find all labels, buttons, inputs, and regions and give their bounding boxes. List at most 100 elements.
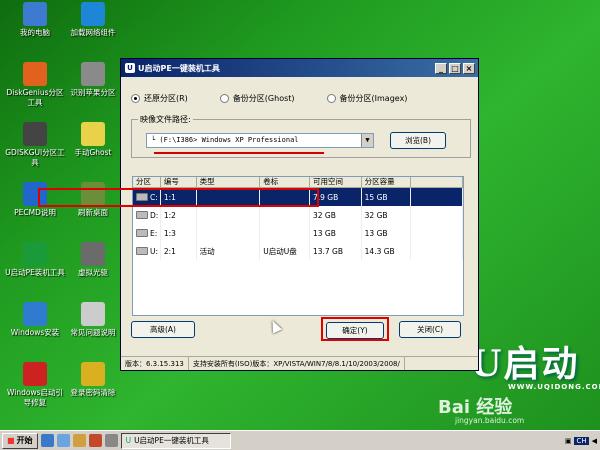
app-icon: U <box>125 63 135 73</box>
desktop-icon-label: 登录密码清除 <box>70 388 116 397</box>
mode-radio-group: 还原分区(R) 备份分区(Ghost) 备份分区(Imagex) <box>131 93 407 104</box>
col-free[interactable]: 可用空间 <box>310 177 362 187</box>
volume-tray-icon[interactable]: ◀ <box>592 437 597 445</box>
radio-dot <box>131 94 140 103</box>
u-qidong-icon <box>23 242 47 266</box>
col-number[interactable]: 编号 <box>161 177 197 187</box>
virtual-drive-icon <box>81 242 105 266</box>
quicklaunch-desktop-icon[interactable] <box>56 434 70 447</box>
drive-icon <box>136 247 148 255</box>
taskbar-window-button[interactable]: U U启动PE一键装机工具 <box>120 432 231 449</box>
col-type[interactable]: 类型 <box>197 177 261 187</box>
quicklaunch-folder-icon[interactable] <box>72 434 86 447</box>
desktop-icon-label: Windows安装 <box>10 328 60 337</box>
ok-button-highlight <box>321 317 389 341</box>
desktop-icon[interactable]: 识别苹果分区 <box>62 62 124 98</box>
desktop-icon[interactable]: DiskGenius分区工具 <box>4 62 66 108</box>
cell-size: 13 GB <box>362 224 412 242</box>
close-window-button[interactable]: × <box>463 62 475 74</box>
radio-restore[interactable]: 还原分区(R) <box>131 93 188 104</box>
cell-num: 1:3 <box>161 224 197 242</box>
cell-filler <box>411 224 464 242</box>
table-row[interactable]: U: 2:1 活动 U启动U盘 13.7 GB 14.3 GB <box>133 242 464 260</box>
desktop-icon-label: GDISKGUI分区工具 <box>5 148 65 167</box>
status-support: 支持安装所有(ISO)版本：XP/VISTA/WIN7/8/8.1/10/200… <box>189 357 405 370</box>
desktop-icon[interactable]: 手动Ghost <box>62 122 124 158</box>
desktop-icon-label: 常见问题说明 <box>70 328 116 337</box>
diskgenius-icon <box>23 62 47 86</box>
radio-backup-ghost[interactable]: 备份分区(Ghost) <box>219 93 295 104</box>
cell-drive: E: <box>133 224 161 242</box>
my-computer-icon <box>23 2 47 26</box>
cell-size: 15 GB <box>362 188 412 206</box>
desktop-icon[interactable]: Windows启动引导修复 <box>4 362 66 408</box>
dropdown-arrow-icon[interactable]: ▼ <box>361 134 373 147</box>
cell-filler <box>411 188 464 206</box>
desktop-icon[interactable]: Windows安装 <box>4 302 66 338</box>
image-path-value: └ (F:\I386> Windows XP Professional <box>151 136 299 144</box>
status-version: 版本：6.3.15.313 <box>121 357 189 370</box>
col-label[interactable]: 卷标 <box>260 177 310 187</box>
image-path-group: 映像文件路径: └ (F:\I386> Windows XP Professio… <box>131 114 471 158</box>
cell-free: 13.7 GB <box>310 242 362 260</box>
desktop-icon[interactable]: 加载网络组件 <box>62 2 124 38</box>
desktop-icon[interactable]: 我的电脑 <box>4 2 66 38</box>
status-bar: 版本：6.3.15.313 支持安装所有(ISO)版本：XP/VISTA/WIN… <box>121 356 478 370</box>
cell-drive: D: <box>133 206 161 224</box>
quicklaunch-app-icon[interactable] <box>88 434 102 447</box>
advanced-button[interactable]: 高级(A) <box>131 321 195 338</box>
cell-filler <box>411 206 464 224</box>
image-path-combo[interactable]: └ (F:\I386> Windows XP Professional ▼ <box>146 133 374 148</box>
windows-install-icon <box>23 302 47 326</box>
faq-doc-icon <box>81 302 105 326</box>
cell-free: 32 GB <box>310 206 362 224</box>
table-row[interactable]: D: 1:2 32 GB 32 GB <box>133 206 464 224</box>
desktop-icon-label: 识别苹果分区 <box>70 88 116 97</box>
drive-icon <box>136 211 148 219</box>
desktop-icon[interactable]: U启动PE装机工具 <box>4 242 66 278</box>
network-tray-icon[interactable]: ▣ <box>565 437 572 445</box>
desktop-icon-label: 手动Ghost <box>74 148 112 157</box>
desktop-icon[interactable]: 常见问题说明 <box>62 302 124 338</box>
minimize-button[interactable]: _ <box>435 62 447 74</box>
apple-partition-icon <box>81 62 105 86</box>
red-underline-annotation <box>154 152 324 154</box>
radio-dot <box>326 94 336 103</box>
desktop-icon[interactable]: 虚拟光驱 <box>62 242 124 278</box>
desktop-icon-label: 加载网络组件 <box>70 28 116 37</box>
col-size[interactable]: 分区容量 <box>362 177 412 187</box>
desktop-icon-label: U启动PE装机工具 <box>5 268 65 277</box>
radio-dot <box>219 94 229 103</box>
desktop-icon-label: 我的电脑 <box>20 28 50 37</box>
title-bar[interactable]: U U启动PE一键装机工具 _ □ × <box>121 59 478 77</box>
cell-size: 14.3 GB <box>362 242 412 260</box>
close-button[interactable]: 关闭(C) <box>399 321 461 338</box>
cell-type: 活动 <box>197 242 261 260</box>
cell-type <box>197 224 261 242</box>
maximize-button[interactable]: □ <box>449 62 461 74</box>
desktop-icon[interactable]: 登录密码清除 <box>62 362 124 398</box>
radio-backup-imagex[interactable]: 备份分区(Imagex) <box>326 93 407 104</box>
window-title: U启动PE一键装机工具 <box>138 63 220 73</box>
cell-num: 1:2 <box>161 206 197 224</box>
cell-label: U启动U盘 <box>260 242 310 260</box>
cell-type <box>197 206 261 224</box>
quicklaunch-explorer-icon[interactable] <box>40 434 54 447</box>
input-method-indicator[interactable]: CH <box>574 436 589 445</box>
col-partition[interactable]: 分区 <box>133 177 161 187</box>
table-header: 分区 编号 类型 卷标 可用空间 分区容量 <box>133 177 464 188</box>
cell-size: 32 GB <box>362 206 412 224</box>
image-path-legend: 映像文件路径: <box>138 114 193 125</box>
desktop-icon[interactable]: GDISKGUI分区工具 <box>4 122 66 168</box>
quicklaunch-tool-icon[interactable] <box>104 434 118 447</box>
app-icon: U <box>125 436 132 445</box>
key-icon <box>81 362 105 386</box>
start-button[interactable]: ■ 开始 <box>2 432 38 449</box>
gdisk-icon <box>23 122 47 146</box>
cell-free: 13 GB <box>310 224 362 242</box>
browse-button[interactable]: 浏览(B) <box>390 132 446 149</box>
desktop-icon-label: PECMD说明 <box>14 208 56 217</box>
table-row[interactable]: E: 1:3 13 GB 13 GB <box>133 224 464 242</box>
cell-num: 2:1 <box>161 242 197 260</box>
brand-logo: U启动 WWW.UQIDONG.COM <box>470 343 600 391</box>
